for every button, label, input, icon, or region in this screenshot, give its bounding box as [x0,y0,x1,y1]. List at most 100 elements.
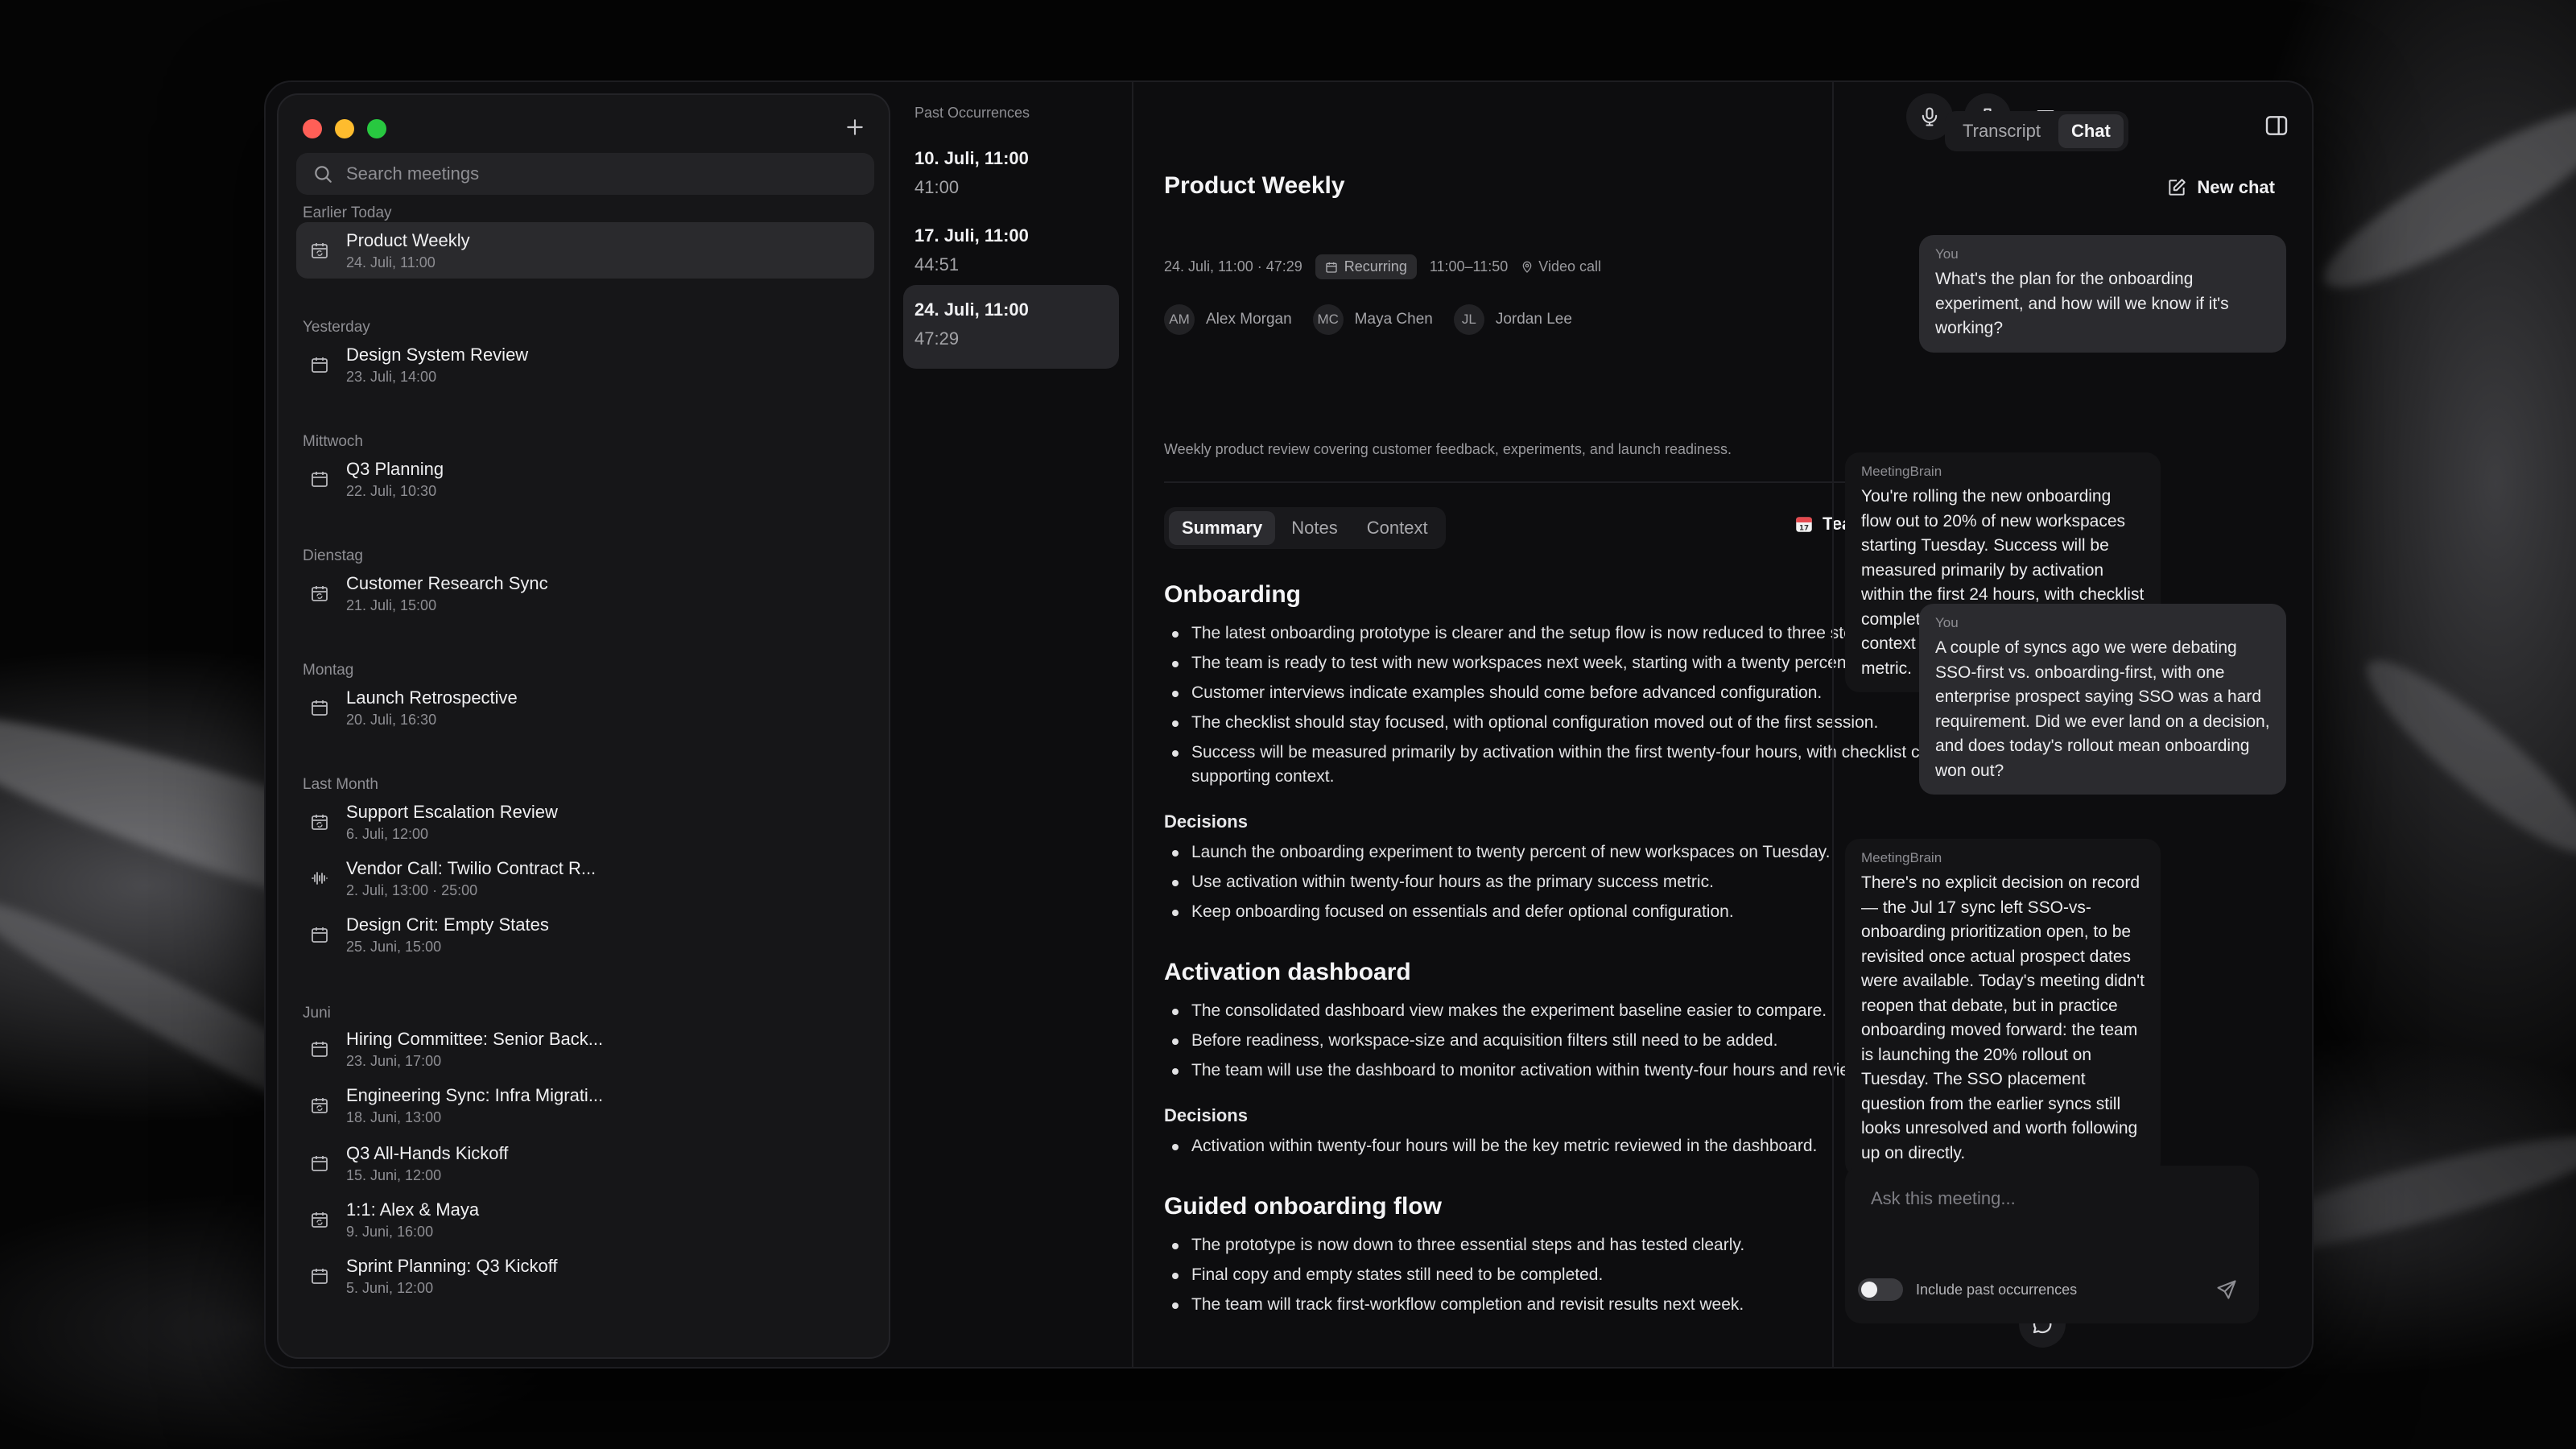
meeting-item[interactable]: Vendor Call: Twilio Contract R... 2. Juli… [296,850,874,906]
participants: AM Alex Morgan MC Maya Chen JL Jordan Le… [1164,304,1582,335]
group-label: Earlier Today [303,204,392,221]
meeting-texts: Support Escalation Review 6. Juli, 12:00 [346,802,558,843]
meeting-item[interactable]: Q3 Planning 22. Juli, 10:30 [296,451,874,507]
zoom-window-button[interactable] [367,119,386,138]
meeting-item[interactable]: Launch Retrospective 20. Juli, 16:30 [296,679,874,736]
participant[interactable]: AM Alex Morgan [1164,304,1292,335]
calendar-icon [309,1265,330,1286]
tab-notes[interactable]: Notes [1278,511,1350,545]
meeting-title: Q3 Planning [346,458,444,479]
message-text: A couple of syncs ago we were debating S… [1935,638,2270,780]
meeting-date: 2. Juli, 13:00 · 25:00 [346,881,478,898]
window-controls [303,119,386,138]
tab-context[interactable]: Context [1354,511,1441,545]
meeting-item-selected[interactable]: Product Weekly 24. Juli, 11:00 [296,222,874,279]
occurrence-date: 10. Juli, 11:00 [914,148,1029,168]
meeting-item[interactable]: Engineering Sync: Infra Migrati... 18. Ju… [296,1077,874,1133]
search-box[interactable] [296,153,874,195]
meeting-title: Launch Retrospective [346,687,518,708]
recurring-calendar-icon [309,811,330,832]
participant[interactable]: MC Maya Chen [1312,304,1433,335]
meeting-texts: Customer Research Sync 21. Juli, 15:00 [346,573,548,614]
meeting-item[interactable]: 1:1: Alex & Maya 9. Juni, 16:00 [296,1191,874,1248]
occurrence-item[interactable]: 17. Juli, 11:00 44:51 [903,211,1119,295]
meeting-texts: Design System Review 23. Juli, 14:00 [346,345,528,386]
meeting-date: 21. Juli, 15:00 [346,597,437,613]
occurrences-title: Past Occurrences [914,105,1030,121]
group-label: Last Month [303,776,378,793]
meeting-texts: Launch Retrospective 20. Juli, 16:30 [346,687,518,729]
search-input[interactable] [346,163,845,184]
meeting-texts: Q3 All-Hands Kickoff 15. Juni, 12:00 [346,1143,508,1184]
chat-message-assistant: MeetingBrain There's no explicit decisio… [1845,839,2161,1177]
meeting-item[interactable]: Design System Review 23. Juli, 14:00 [296,336,874,393]
participant[interactable]: JL Jordan Lee [1453,304,1572,335]
message-text: There's no explicit decision on record —… [1861,873,2145,1162]
meeting-texts: Product Weekly 24. Juli, 11:00 [346,230,470,271]
meeting-date: 20. Juli, 16:30 [346,711,437,728]
meeting-item[interactable]: Q3 All-Hands Kickoff 15. Juni, 12:00 [296,1135,874,1191]
occurrence-date: 17. Juli, 11:00 [914,225,1029,246]
participant-name: Alex Morgan [1206,311,1292,328]
calendar-emoji-icon: 17 [1796,517,1812,533]
calendar-icon [309,1153,330,1174]
avatar: MC [1312,304,1344,335]
new-chat-button[interactable]: New chat [2166,177,2275,198]
toggle-panel-button[interactable] [2257,106,2296,145]
chat-input[interactable] [1871,1188,2233,1220]
meeting-item[interactable]: Design Crit: Empty States 25. Juni, 15:00 [296,906,874,963]
include-past-toggle[interactable] [1858,1278,1903,1301]
meeting-texts: Hiring Committee: Senior Back... 23. Juni… [346,1029,603,1070]
location-label: Video call [1538,258,1601,275]
meeting-texts: Sprint Planning: Q3 Kickoff 5. Juni, 12:0… [346,1256,558,1297]
avatar: AM [1164,304,1195,335]
message-author: MeetingBrain [1861,464,1942,479]
app-window: Earlier Today Yesterday Mittwoch Diensta… [264,80,2314,1368]
recurring-label: Recurring [1344,258,1407,275]
meeting-date: 23. Juli, 14:00 [346,368,437,385]
chat-message-user: You What's the plan for the onboarding e… [1919,235,2286,353]
meeting-item[interactable]: Customer Research Sync 21. Juli, 15:00 [296,565,874,621]
meeting-item[interactable]: Hiring Committee: Senior Back... 23. Juni… [296,1021,874,1077]
minimize-window-button[interactable] [335,119,354,138]
message-author: MeetingBrain [1861,850,1942,865]
tab-summary[interactable]: Summary [1169,511,1276,545]
recurring-calendar-icon [309,1209,330,1230]
meeting-title: Vendor Call: Twilio Contract R... [346,857,597,878]
tab-transcript[interactable]: Transcript [1950,114,2054,148]
compose-icon [2169,179,2186,196]
toggle-knob [1861,1282,1877,1298]
send-button[interactable] [2207,1270,2246,1309]
send-icon [2217,1280,2236,1299]
occurrence-date: 24. Juli, 11:00 [914,299,1029,320]
new-chat-label: New chat [2197,177,2275,197]
occurrence-item[interactable]: 10. Juli, 11:00 41:00 [903,134,1119,217]
meeting-item[interactable]: Support Escalation Review 6. Juli, 12:00 [296,794,874,850]
recurring-calendar-icon [309,583,330,604]
participant-name: Maya Chen [1354,311,1433,328]
calendar-icon [309,924,330,945]
past-occurrences-panel: Past Occurrences 10. Juli, 11:00 41:00 1… [890,82,1132,1367]
group-label: Juni [303,1005,331,1022]
recurring-calendar-icon [309,1095,330,1116]
meeting-date: 23. Juni, 17:00 [346,1052,442,1069]
calendar-icon [309,469,330,489]
close-window-button[interactable] [303,119,322,138]
search-icon [315,166,332,183]
meeting-title: Design Crit: Empty States [346,914,549,935]
meeting-texts: Engineering Sync: Infra Migrati... 18. Ju… [346,1085,603,1126]
occurrence-item-selected[interactable]: 24. Juli, 11:00 47:29 [903,285,1119,369]
meeting-meta: 24. Juli, 11:00 · 47:29 Recurring 11:00–… [1164,254,1601,279]
group-label: Montag [303,662,354,679]
recurring-calendar-icon [309,240,330,261]
plus-icon [847,119,863,135]
new-meeting-button[interactable] [836,108,874,147]
meeting-item[interactable]: Sprint Planning: Q3 Kickoff 5. Juni, 12:0… [296,1248,874,1304]
location-pin-icon [1522,261,1532,273]
recurring-icon [1326,262,1337,273]
meeting-date: 6. Juli, 12:00 [346,825,429,842]
meeting-date: 18. Juni, 13:00 [346,1108,442,1125]
meeting-texts: 1:1: Alex & Maya 9. Juni, 16:00 [346,1199,479,1241]
tab-chat[interactable]: Chat [2058,114,2124,148]
meeting-title: Design System Review [346,344,529,365]
